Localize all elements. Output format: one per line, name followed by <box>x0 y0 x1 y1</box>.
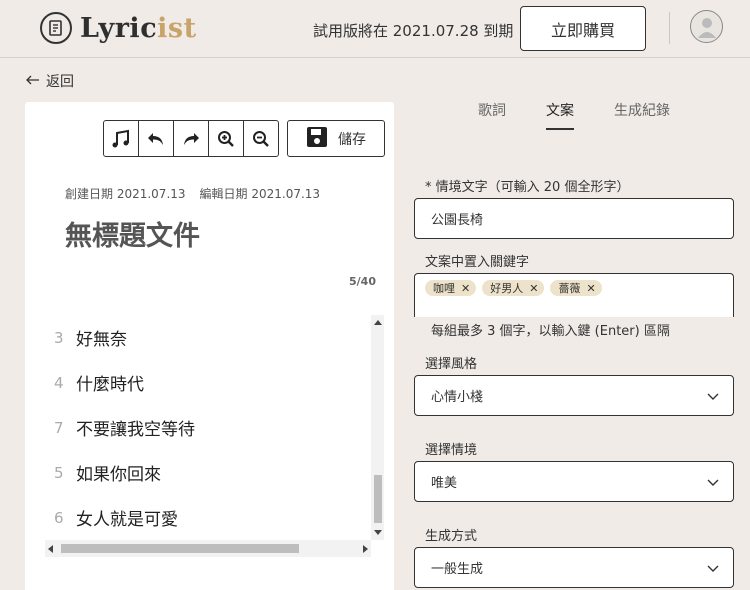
user-avatar-icon[interactable] <box>690 10 723 43</box>
tab-copywriting[interactable]: 文案 <box>546 100 574 130</box>
line-count: 5/40 <box>349 275 376 288</box>
back-label: 返回 <box>46 74 74 90</box>
keyword-text: 咖哩 <box>433 282 455 295</box>
tab-lyrics[interactable]: 歌詞 <box>478 100 506 130</box>
redo-icon[interactable] <box>174 121 209 156</box>
tab-history[interactable]: 生成紀錄 <box>614 100 670 130</box>
save-label: 儲存 <box>338 131 366 148</box>
keyword-tag: 薔薇 ✕ <box>550 280 602 296</box>
vertical-scroll-thumb[interactable] <box>374 475 382 523</box>
style-select[interactable]: 心情小棧 <box>414 375 734 416</box>
app-logo[interactable]: Lyricist <box>40 12 197 44</box>
document-title[interactable]: 無標題文件 <box>65 214 200 253</box>
zoom-in-icon[interactable] <box>209 121 244 156</box>
line-number: 7 <box>54 418 64 437</box>
arrow-left-icon <box>26 73 40 89</box>
mood-select[interactable]: 唯美 <box>414 461 734 502</box>
remove-tag-icon[interactable]: ✕ <box>586 282 595 295</box>
keyword-text: 薔薇 <box>558 282 581 295</box>
lyrics-lines[interactable]: 3 好無奈 4 什麼時代 7 不要讓我空等待 5 如果你回來 6 女人就是可愛 <box>45 315 345 545</box>
chevron-down-icon <box>707 562 719 577</box>
lyric-line[interactable]: 6 女人就是可愛 <box>45 495 345 540</box>
line-text: 不要讓我空等待 <box>76 420 195 440</box>
method-label: 生成方式 <box>425 529 478 544</box>
lyrics-editor-card: 儲存 創建日期 2021.07.13 編輯日期 2021.07.13 無標題文件… <box>25 102 394 590</box>
keywords-label: 文案中置入關鍵字 <box>425 255 530 270</box>
chevron-down-icon <box>707 390 719 405</box>
undo-icon[interactable] <box>139 121 174 156</box>
keywords-input[interactable]: 咖哩 ✕ 好男人 ✕ 薔薇 ✕ <box>414 273 734 317</box>
lyric-line[interactable]: 3 好無奈 <box>45 315 345 360</box>
logo-accent-text: ist <box>157 12 197 44</box>
scene-label: * 情境文字（可輸入 20 個全形字） <box>425 180 630 195</box>
mood-label: 選擇情境 <box>425 443 478 458</box>
logo-main-text: Lyric <box>80 12 158 44</box>
style-label: 選擇風格 <box>425 357 478 372</box>
scroll-down-icon[interactable] <box>374 530 382 535</box>
keyword-text: 好男人 <box>490 282 524 295</box>
floppy-disk-icon <box>306 126 328 152</box>
scroll-left-icon[interactable] <box>48 545 53 553</box>
created-date: 創建日期 2021.07.13 <box>65 187 186 201</box>
line-text: 好無奈 <box>76 330 127 350</box>
header-divider <box>669 12 670 44</box>
horizontal-scrollbar[interactable] <box>45 540 371 557</box>
style-value: 心情小棧 <box>431 390 484 405</box>
line-number: 5 <box>54 463 64 482</box>
document-dates: 創建日期 2021.07.13 編輯日期 2021.07.13 <box>65 185 320 202</box>
logo-text: Lyricist <box>80 13 197 44</box>
panel-tabs: 歌詞 文案 生成紀錄 <box>478 100 710 130</box>
keyword-tag: 咖哩 ✕ <box>425 280 477 296</box>
line-number: 6 <box>54 508 64 527</box>
remove-tag-icon[interactable]: ✕ <box>529 282 538 295</box>
horizontal-scroll-thumb[interactable] <box>61 544 299 553</box>
keywords-hint: 每組最多 3 個字，以輸入鍵 (Enter) 區隔 <box>431 324 670 339</box>
back-link[interactable]: 返回 <box>26 71 74 91</box>
scroll-up-icon[interactable] <box>374 320 382 325</box>
zoom-out-icon[interactable] <box>244 121 278 156</box>
line-text: 什麼時代 <box>76 375 144 395</box>
keyword-tag: 好男人 ✕ <box>482 280 545 296</box>
lyric-line[interactable]: 7 不要讓我空等待 <box>45 405 345 450</box>
top-bar: Lyricist 試用版將在 2021.07.28 到期 立即購買 <box>0 0 750 58</box>
editor-toolbar <box>103 120 279 157</box>
scene-input[interactable]: 公園長椅 <box>414 198 734 239</box>
buy-now-button[interactable]: 立即購買 <box>520 6 646 51</box>
line-number: 4 <box>54 373 64 392</box>
method-value: 一般生成 <box>431 562 484 577</box>
chevron-down-icon <box>707 476 719 491</box>
method-select[interactable]: 一般生成 <box>414 547 734 588</box>
line-number: 3 <box>54 328 64 347</box>
music-note-icon[interactable] <box>104 121 139 156</box>
edited-date: 編輯日期 2021.07.13 <box>199 187 321 201</box>
lyric-line[interactable]: 4 什麼時代 <box>45 360 345 405</box>
logo-icon <box>40 12 72 44</box>
line-text: 女人就是可愛 <box>76 510 178 530</box>
lyric-line[interactable]: 5 如果你回來 <box>45 450 345 495</box>
line-text: 如果你回來 <box>76 465 161 485</box>
remove-tag-icon[interactable]: ✕ <box>461 282 470 295</box>
trial-notice: 試用版將在 2021.07.28 到期 <box>313 22 514 40</box>
vertical-scrollbar[interactable] <box>371 315 384 540</box>
mood-value: 唯美 <box>431 476 458 491</box>
scroll-right-icon[interactable] <box>363 545 368 553</box>
save-button[interactable]: 儲存 <box>287 120 385 157</box>
